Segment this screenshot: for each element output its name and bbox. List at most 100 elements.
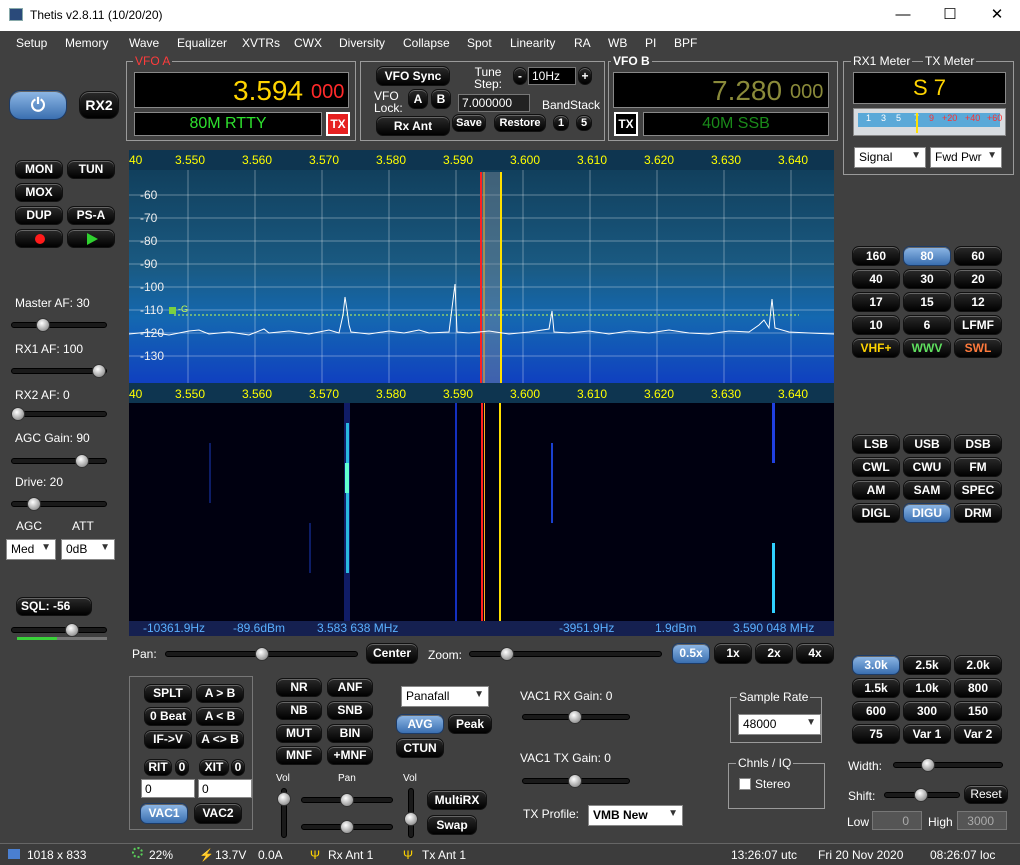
a-to-b-button[interactable]: A > B	[196, 684, 244, 703]
menu-xvtrs[interactable]: XVTRs	[242, 36, 280, 50]
mox-button[interactable]: MOX	[15, 183, 63, 202]
shift-slider[interactable]	[914, 788, 928, 802]
width-slider[interactable]	[921, 758, 935, 772]
filter-3-0k-button[interactable]: 3.0k	[852, 655, 900, 675]
rit-button[interactable]: RIT	[144, 759, 172, 776]
avg-button[interactable]: AVG	[396, 714, 444, 734]
master-af-slider-track[interactable]	[11, 322, 107, 328]
band-vhf-plus-button[interactable]: VHF+	[852, 338, 900, 358]
stereo-checkbox[interactable]	[739, 778, 751, 790]
agc-gain-slider[interactable]	[75, 454, 89, 468]
waterfall[interactable]	[129, 403, 834, 621]
drive-slider[interactable]	[27, 497, 41, 511]
sql-button[interactable]: SQL: -56	[16, 597, 92, 616]
xit-button[interactable]: XIT	[199, 759, 229, 776]
display-mode-select[interactable]: Panafall ▼	[401, 686, 489, 707]
minimize-button[interactable]: —	[880, 0, 926, 31]
xit-input[interactable]: 0	[198, 779, 252, 798]
vac2-button[interactable]: VAC2	[194, 803, 242, 824]
band-17-button[interactable]: 17	[852, 292, 900, 312]
sql-slider[interactable]	[65, 623, 79, 637]
tune-step-minus-button[interactable]: -	[513, 67, 527, 85]
master-af-slider[interactable]	[36, 318, 50, 332]
menu-diversity[interactable]: Diversity	[339, 36, 385, 50]
band-40-button[interactable]: 40	[852, 269, 900, 289]
band-6-button[interactable]: 6	[903, 315, 951, 335]
mode-fm-button[interactable]: FM	[954, 457, 1002, 477]
vfo-lock-b-button[interactable]: B	[431, 89, 451, 109]
power-button[interactable]: ⏻	[9, 90, 67, 120]
zero-beat-button[interactable]: 0 Beat	[144, 707, 192, 726]
menu-wb[interactable]: WB	[608, 36, 627, 50]
band-30-button[interactable]: 30	[903, 269, 951, 289]
rit-input[interactable]: 0	[141, 779, 195, 798]
maximize-button[interactable]: ☐	[927, 0, 973, 31]
zoom-slider-track[interactable]	[469, 651, 662, 657]
band-wwv-button[interactable]: WWV	[903, 338, 951, 358]
peak-button[interactable]: Peak	[448, 714, 492, 734]
filter-600-button[interactable]: 600	[852, 701, 900, 721]
menu-bpf[interactable]: BPF	[674, 36, 697, 50]
rx2-button[interactable]: RX2	[79, 91, 119, 119]
drive-slider-track[interactable]	[11, 501, 107, 507]
mode-digu-button[interactable]: DIGU	[903, 503, 951, 523]
menu-memory[interactable]: Memory	[65, 36, 108, 50]
width-slider-track[interactable]	[893, 762, 1003, 768]
band-160-button[interactable]: 160	[852, 246, 900, 266]
filter-2-5k-button[interactable]: 2.5k	[903, 655, 951, 675]
bandstack-1-button[interactable]: 1	[553, 115, 569, 131]
filter-1-0k-button[interactable]: 1.0k	[903, 678, 951, 698]
mode-spec-button[interactable]: SPEC	[954, 480, 1002, 500]
play-button[interactable]	[67, 229, 115, 248]
menu-setup[interactable]: Setup	[16, 36, 47, 50]
menu-equalizer[interactable]: Equalizer	[177, 36, 227, 50]
agc-select[interactable]: Med ▼	[6, 539, 56, 560]
if-to-v-button[interactable]: IF->V	[144, 730, 192, 749]
rx2-af-slider[interactable]	[11, 407, 25, 421]
band-20-button[interactable]: 20	[954, 269, 1002, 289]
menu-ra[interactable]: RA	[574, 36, 591, 50]
record-button[interactable]	[15, 229, 63, 248]
plus-mnf-button[interactable]: +MNF	[327, 746, 373, 765]
filter-300-button[interactable]: 300	[903, 701, 951, 721]
save-button[interactable]: Save	[452, 114, 486, 132]
band-lfmf-button[interactable]: LFMF	[954, 315, 1002, 335]
vac1-button[interactable]: VAC1	[140, 803, 188, 824]
pan-slider[interactable]	[255, 647, 269, 661]
vac1-rx-gain-slider[interactable]	[568, 710, 582, 724]
mute-button[interactable]: MUT	[276, 724, 322, 743]
sql-slider-track[interactable]	[11, 627, 107, 633]
menu-collapse[interactable]: Collapse	[403, 36, 450, 50]
snb-button[interactable]: SNB	[327, 701, 373, 720]
tun-button[interactable]: TUN	[67, 160, 115, 179]
filter-var-2-button[interactable]: Var 2	[954, 724, 1002, 744]
filter-150-button[interactable]: 150	[954, 701, 1002, 721]
b-to-a-button[interactable]: A < B	[196, 707, 244, 726]
rx-ant-button[interactable]: Rx Ant	[376, 116, 450, 136]
band-10-button[interactable]: 10	[852, 315, 900, 335]
tx-meter-select[interactable]: Fwd Pwr ▼	[930, 147, 1002, 168]
band-swl-button[interactable]: SWL	[954, 338, 1002, 358]
mode-dsb-button[interactable]: DSB	[954, 434, 1002, 454]
a-swap-b-button[interactable]: A <> B	[196, 730, 244, 749]
vol-slider[interactable]	[277, 792, 291, 806]
center-button[interactable]: Center	[366, 643, 418, 664]
low-input[interactable]: 0	[872, 811, 922, 830]
mode-drm-button[interactable]: DRM	[954, 503, 1002, 523]
sample-rate-select[interactable]: 48000 ▼	[738, 714, 821, 735]
anf-button[interactable]: ANF	[327, 678, 373, 697]
zoom-slider[interactable]	[500, 647, 514, 661]
band-12-button[interactable]: 12	[954, 292, 1002, 312]
vfo-sync-button[interactable]: VFO Sync	[376, 66, 450, 86]
rx2-pan-slider[interactable]	[340, 820, 354, 834]
menu-cwx[interactable]: CWX	[294, 36, 322, 50]
zoom-1x-button[interactable]: 1x	[714, 643, 752, 664]
tune-step-display[interactable]: 10Hz	[528, 67, 576, 85]
vfo-b-display[interactable]: 7.280 000	[613, 72, 829, 108]
vfo-b-tx-button[interactable]: TX	[614, 112, 638, 136]
vfo-lock-a-button[interactable]: A	[408, 89, 428, 109]
reset-button[interactable]: Reset	[964, 785, 1008, 804]
psa-button[interactable]: PS-A	[67, 206, 115, 225]
rx1-pan-slider[interactable]	[340, 793, 354, 807]
bandstack-5-button[interactable]: 5	[576, 115, 592, 131]
